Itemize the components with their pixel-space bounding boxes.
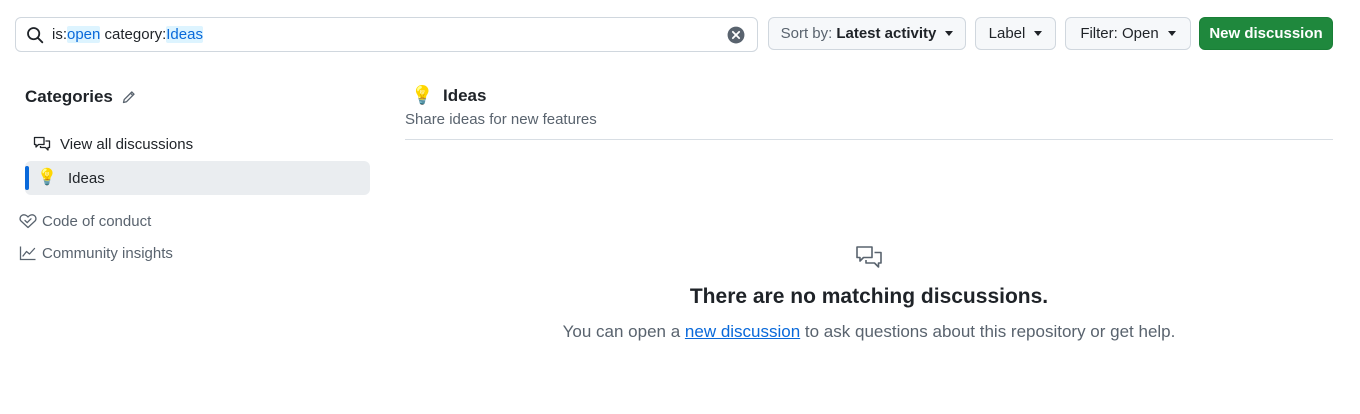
divider (405, 139, 1333, 140)
search-icon (27, 27, 44, 44)
label-button[interactable]: Label (975, 17, 1056, 50)
new-discussion-link[interactable]: new discussion (685, 322, 800, 341)
empty-state-message: You can open a new discussion to ask que… (562, 322, 1176, 341)
new-discussion-button[interactable]: New discussion (1199, 17, 1333, 50)
community-insights-label: Community insights (42, 244, 173, 262)
lightbulb-icon: 💡 (411, 85, 434, 105)
community-insights-link[interactable]: Community insights (19, 241, 173, 265)
category-header: 💡 Ideas (411, 85, 486, 106)
code-of-conduct-link[interactable]: Code of conduct (19, 209, 151, 233)
lightbulb-icon: 💡 (37, 169, 57, 186)
empty-state-title: There are no matching discussions. (689, 285, 1049, 308)
sidebar-item-label: View all discussions (60, 135, 194, 153)
sort-button[interactable]: Sort by: Latest activity (768, 17, 966, 50)
label-button-text: Label (988, 25, 1026, 42)
sidebar-item-label: Ideas (68, 169, 105, 187)
filter-button-text: Filter: Open (1080, 25, 1159, 42)
sort-value: Latest activity (836, 25, 937, 42)
sidebar-item-view-all[interactable]: View all discussions (25, 127, 370, 161)
pencil-icon[interactable] (121, 89, 137, 105)
caret-down-icon (1167, 31, 1176, 36)
search-token-open: open (67, 26, 101, 43)
clear-icon[interactable] (727, 26, 745, 44)
search-token-ideas: Ideas (166, 26, 203, 43)
selected-indicator (25, 166, 29, 190)
categories-title: Categories (25, 87, 113, 106)
caret-down-icon (1034, 31, 1043, 36)
discussions-icon (856, 246, 882, 268)
heart-shield-icon (19, 214, 37, 229)
category-title: Ideas (443, 85, 487, 105)
graph-icon (19, 246, 36, 261)
caret-down-icon (945, 31, 954, 36)
categories-heading: Categories (25, 87, 137, 107)
category-description: Share ideas for new features (405, 111, 597, 128)
toolbar: is:open category:Ideas Sort by: Latest ac… (15, 17, 1333, 52)
discussions-icon (33, 136, 51, 151)
code-of-conduct-label: Code of conduct (42, 212, 152, 230)
search-query: is:open category:Ideas (52, 26, 203, 43)
sort-prefix: Sort by: (780, 25, 833, 42)
search-input[interactable]: is:open category:Ideas (15, 17, 758, 52)
sidebar-item-ideas[interactable]: 💡 Ideas (25, 161, 370, 195)
filter-button[interactable]: Filter: Open (1065, 17, 1191, 50)
